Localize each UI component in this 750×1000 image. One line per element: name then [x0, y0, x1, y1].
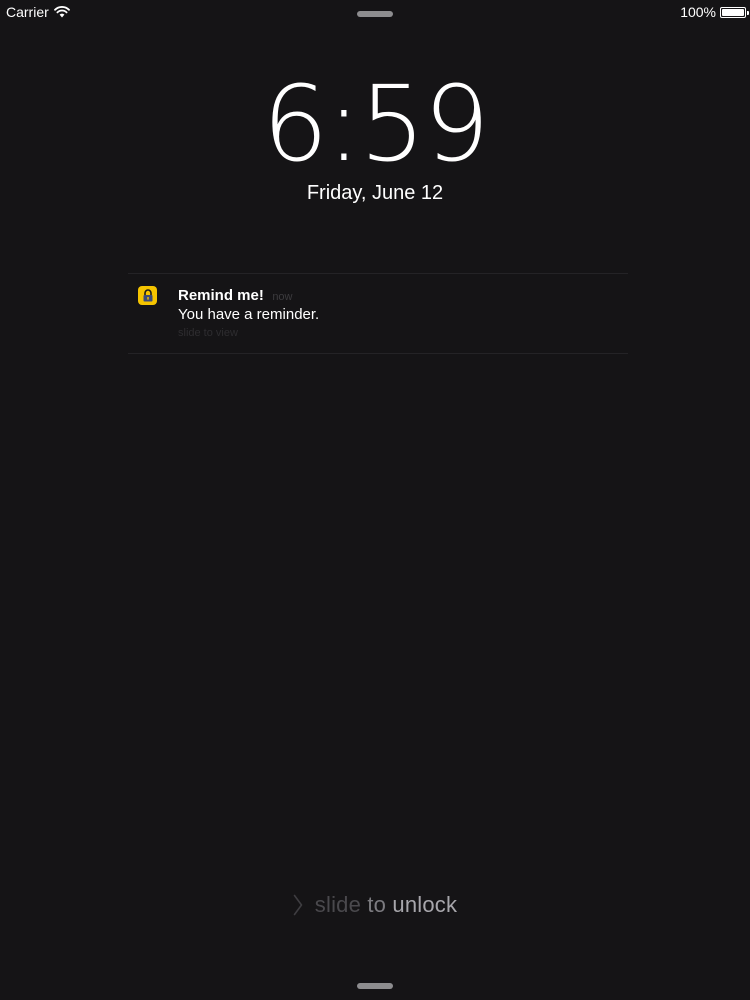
slide-to-unlock[interactable]: slide to unlock — [0, 890, 750, 920]
notification-divider-bottom — [128, 353, 628, 354]
notification-title: Remind me! — [178, 287, 264, 304]
notification-action-hint: slide to view — [178, 327, 238, 339]
notification-message: You have a reminder. — [178, 306, 320, 323]
notification-header: Remind me! now — [178, 287, 293, 305]
chevron-right-icon — [293, 894, 303, 916]
battery-percent: 100% — [680, 4, 716, 20]
notification-item[interactable]: Remind me! now You have a reminder. slid… — [128, 275, 628, 353]
notification-divider-top — [128, 273, 628, 274]
unlock-word-slide: slide — [314, 892, 362, 917]
battery-icon — [720, 6, 749, 18]
carrier-group: Carrier — [6, 4, 70, 20]
unlock-word-to: to — [367, 892, 387, 917]
wifi-icon — [53, 6, 70, 18]
lock-icon — [138, 286, 157, 305]
lock-clock: 6:59 — [262, 63, 490, 185]
battery-group: 100% — [680, 4, 749, 20]
battery-fill — [722, 8, 744, 16]
notification-center-grabber[interactable] — [357, 11, 393, 17]
unlock-word-unlock: unlock — [392, 892, 458, 917]
slide-to-unlock-label: slide to unlock — [315, 892, 457, 918]
carrier-label: Carrier — [6, 4, 49, 20]
status-bar: Carrier 100% — [0, 0, 750, 26]
control-center-grabber[interactable] — [357, 983, 393, 989]
notification-time: now — [272, 291, 293, 303]
battery-nub — [747, 10, 749, 15]
lock-date: Friday, June 12 — [306, 182, 444, 204]
